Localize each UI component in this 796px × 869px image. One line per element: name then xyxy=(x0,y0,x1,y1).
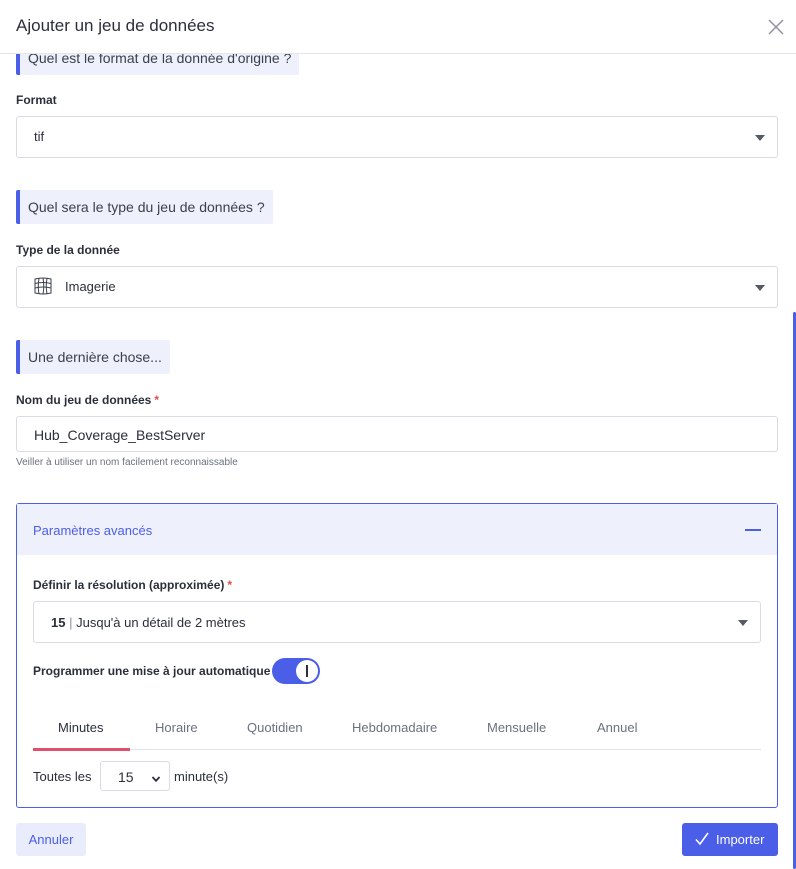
tab-minutes[interactable]: Minutes xyxy=(58,720,104,735)
advanced-settings-panel: Paramètres avancés Définir la résolution… xyxy=(16,503,778,808)
tab-quotidien[interactable]: Quotidien xyxy=(247,720,303,735)
tab-mensuelle[interactable]: Mensuelle xyxy=(487,720,546,735)
dataset-name-input[interactable]: Hub_Coverage_BestServer xyxy=(16,416,778,452)
dialog-title: Ajouter un jeu de données xyxy=(16,16,215,35)
schedule-tabs: Minutes Horaire Quotidien Hebdomadaire M… xyxy=(33,718,761,751)
import-button[interactable]: Importer xyxy=(682,823,778,856)
imagery-grid-icon xyxy=(34,277,52,295)
import-button-label: Importer xyxy=(716,832,765,847)
tab-hebdomadaire[interactable]: Hebdomadaire xyxy=(352,720,437,735)
advanced-settings-header[interactable]: Paramètres avancés xyxy=(17,504,777,555)
cancel-button[interactable]: Annuler xyxy=(16,823,86,856)
advanced-settings-title: Paramètres avancés xyxy=(33,523,153,538)
format-value: tif xyxy=(34,129,45,144)
caret-down-icon xyxy=(755,135,765,141)
dataset-type-label: Type de la donnée xyxy=(16,243,120,257)
add-dataset-dialog: Quel est le format de la donnée d'origin… xyxy=(0,0,796,869)
dialog-header: Ajouter un jeu de données xyxy=(0,0,796,54)
interval-prefix: Toutes les xyxy=(33,769,92,784)
resolution-label: Définir la résolution (approximée) * xyxy=(33,578,232,592)
active-tab-indicator xyxy=(33,748,130,751)
dataset-name-label: Nom du jeu de données * xyxy=(16,393,159,407)
toggle-on-mark xyxy=(306,665,308,677)
close-icon[interactable] xyxy=(766,17,786,37)
chevron-down-icon xyxy=(151,771,161,783)
toggle-knob xyxy=(296,660,318,682)
interval-unit: minute(s) xyxy=(174,769,229,784)
resolution-separator: | xyxy=(69,615,73,630)
required-mark: * xyxy=(227,578,233,592)
resolution-select[interactable]: 15 | Jusqu'à un détail de 2 mètres xyxy=(33,601,761,643)
check-icon xyxy=(694,831,710,847)
dataset-type-question: Quel sera le type du jeu de données ? xyxy=(16,190,273,224)
caret-down-icon xyxy=(738,620,748,626)
resolution-description: Jusqu'à un détail de 2 mètres xyxy=(76,615,246,630)
dataset-name-value: Hub_Coverage_BestServer xyxy=(34,427,206,443)
interval-value: 15 xyxy=(118,769,134,785)
resolution-label-text: Définir la résolution (approximée) xyxy=(33,578,225,592)
auto-update-toggle[interactable] xyxy=(272,658,320,684)
tab-horaire[interactable]: Horaire xyxy=(155,720,198,735)
interval-select[interactable]: 15 xyxy=(100,761,170,791)
resolution-level: 15 xyxy=(51,615,66,630)
dataset-name-label-text: Nom du jeu de données xyxy=(16,393,152,407)
collapse-icon[interactable] xyxy=(745,529,761,531)
final-question: Une dernière chose... xyxy=(16,340,170,374)
auto-update-label: Programmer une mise à jour automatique xyxy=(33,664,271,678)
dataset-type-value: Imagerie xyxy=(65,279,116,294)
required-mark: * xyxy=(154,393,160,407)
format-label: Format xyxy=(16,93,57,107)
resolution-value: 15 | Jusqu'à un détail de 2 mètres xyxy=(51,615,246,630)
dataset-type-select[interactable]: Imagerie xyxy=(16,266,778,308)
format-select[interactable]: tif xyxy=(16,116,778,158)
caret-down-icon xyxy=(755,285,765,291)
dataset-name-helper: Veiller à utiliser un nom facilement rec… xyxy=(16,457,238,468)
tab-annuel[interactable]: Annuel xyxy=(597,720,637,735)
